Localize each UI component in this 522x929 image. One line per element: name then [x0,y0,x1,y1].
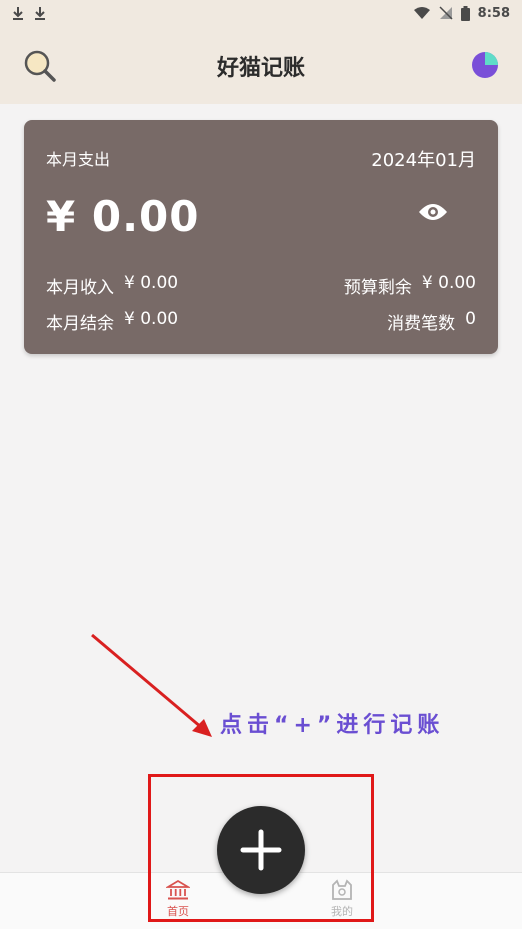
budget-value: ¥ 0.00 [421,273,476,293]
no-signal-icon [439,6,453,20]
status-bar: 8:58 [0,0,522,26]
balance-value: ¥ 0.00 [124,309,179,329]
download-icon [13,7,23,20]
month-selector[interactable]: 2024年01月 [371,146,476,172]
pie-chart-icon [472,52,498,78]
status-time: 8:58 [477,5,510,21]
status-right: 8:58 [413,5,510,21]
eye-icon [419,204,447,220]
budget-row: 预算剩余 ¥ 0.00 [344,273,476,298]
budget-label: 预算剩余 [343,278,412,298]
toggle-visibility-button[interactable] [418,202,448,222]
annotation-highlight-box [148,774,374,922]
count-label: 消费笔数 [387,314,456,334]
page-title: 好猫记账 [216,56,305,81]
expense-label: 本月支出 [46,150,111,169]
income-label: 本月收入 [46,278,114,298]
wifi-icon [413,7,430,19]
monthly-summary-card: 本月支出 2024年01月 ¥ 0.00 本月收入 ¥ 0.00 预算剩余 ¥ … [24,120,498,354]
balance-row: 本月结余 ¥ 0.00 [46,309,178,334]
download-icon [35,7,45,20]
statistics-button[interactable] [470,50,500,80]
count-value: 0 [465,309,476,329]
balance-label: 本月结余 [46,314,114,334]
status-left [12,6,46,20]
annotation-arrow [91,633,212,737]
income-value: ¥ 0.00 [124,273,179,293]
expense-amount: ¥ 0.00 [46,192,200,241]
app-header: 好猫记账 [0,26,522,104]
battery-icon [460,5,470,21]
income-row: 本月收入 ¥ 0.00 [46,273,178,298]
annotation-hint: 点击“+”进行记账 [220,713,445,738]
count-row: 消费笔数 0 [387,309,476,334]
